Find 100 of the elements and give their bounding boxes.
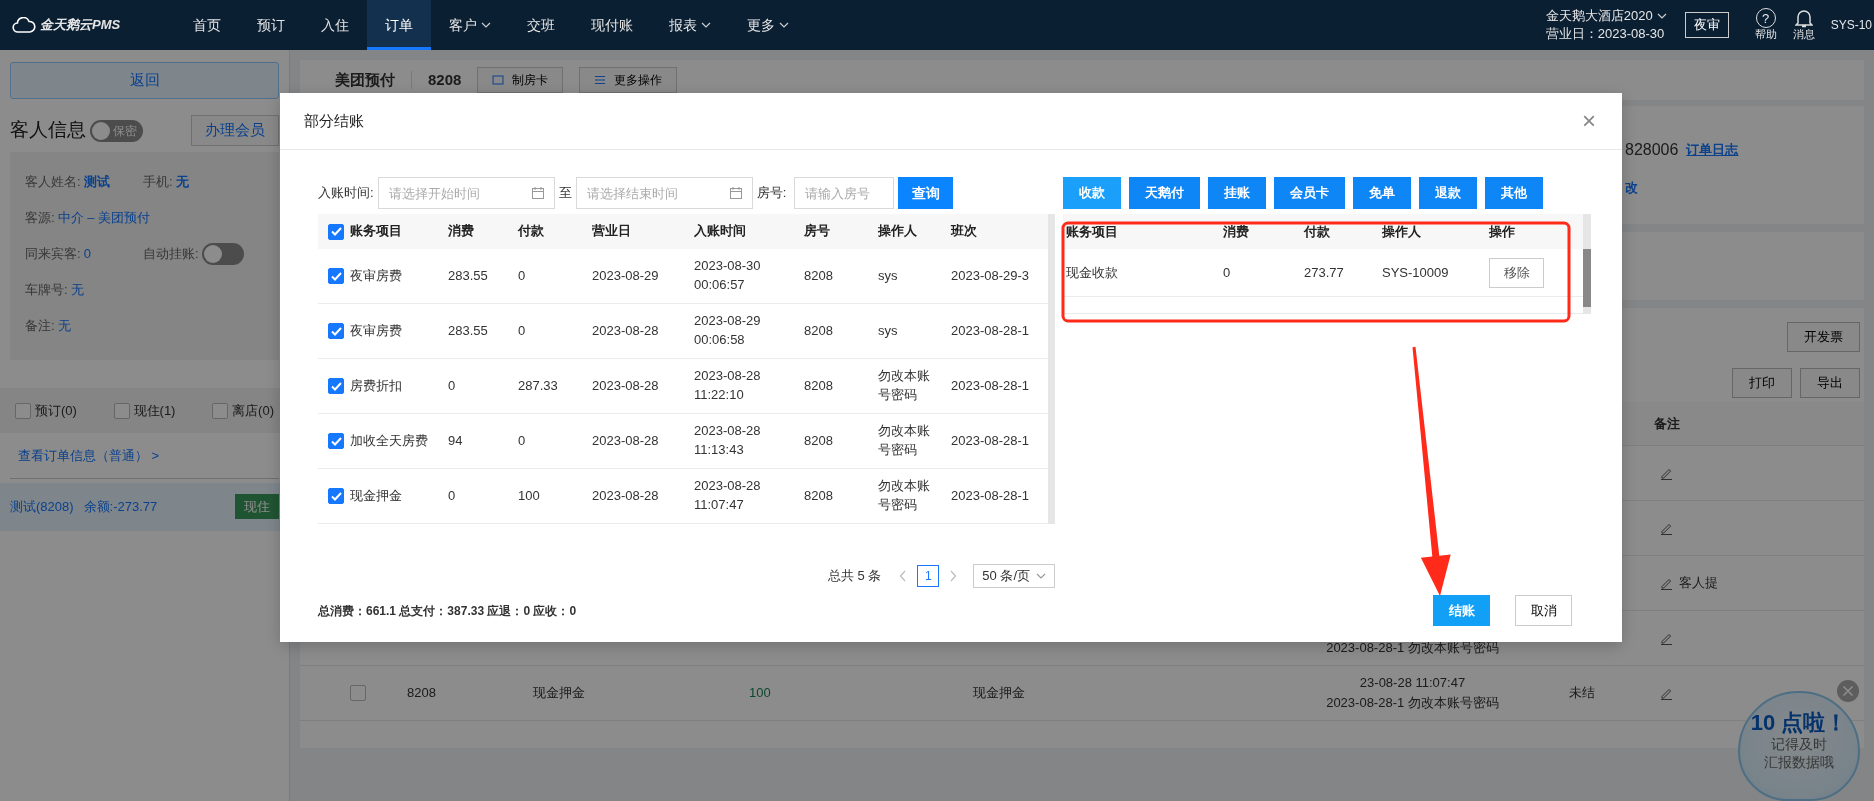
field-label: 客人姓名: <box>25 173 81 192</box>
checkbox[interactable] <box>328 433 344 449</box>
field-label: 车牌号: <box>25 281 68 300</box>
payment-button[interactable]: 挂账 <box>1208 177 1266 209</box>
invoice-button[interactable]: 开发票 <box>1787 322 1860 352</box>
checkbox[interactable] <box>212 402 229 419</box>
table-cell-text: 100 <box>518 486 540 505</box>
query-button[interactable]: 查询 <box>898 177 954 209</box>
hotel-selector[interactable]: 金天鹅大酒店2020 <box>1545 7 1667 25</box>
nav-tab[interactable]: 订单 <box>367 0 431 50</box>
calendar-icon <box>729 187 742 199</box>
scrollbar[interactable] <box>1583 214 1591 314</box>
pencil-icon[interactable] <box>1660 686 1673 700</box>
export-button[interactable]: 导出 <box>1800 368 1860 398</box>
column-header: 入账时间 <box>694 222 746 241</box>
page-button[interactable]: 1 <box>917 564 940 587</box>
table-cell-text: 273.77 <box>1304 263 1344 282</box>
date-input[interactable]: 请选择结束时间 <box>586 179 730 207</box>
checkbox-label: 现住(1) <box>133 401 176 420</box>
nav-tab[interactable]: 首页 <box>175 0 239 50</box>
business-day: 营业日：2023-08-30 <box>1545 25 1667 43</box>
checkbox[interactable] <box>328 268 344 284</box>
column-header: 付款 <box>1304 222 1330 241</box>
table-cell-text: 现金押金 <box>350 486 402 505</box>
toolbar-button[interactable]: 制房卡 <box>477 67 564 93</box>
table-cell-text: 2023-08-28 11:13:43 <box>694 422 762 459</box>
date-input[interactable]: 请选择开始时间 <box>388 179 532 207</box>
cancel-button[interactable]: 取消 <box>1515 595 1572 626</box>
column-header: 消费 <box>1223 222 1249 241</box>
help-button[interactable]: ? 帮助 <box>1754 8 1777 42</box>
night-audit-button[interactable]: 夜审 <box>1684 12 1729 38</box>
checkbox[interactable] <box>328 488 344 504</box>
table-cell-text: 283.55 <box>448 266 488 285</box>
pencil-icon[interactable] <box>1660 466 1673 480</box>
table-cell-text: sys <box>878 321 898 340</box>
nav-tab[interactable]: 交班 <box>509 0 573 50</box>
caret-icon <box>481 22 491 28</box>
column-header: 营业日 <box>592 222 631 241</box>
table-cell-text: 0 <box>518 266 526 285</box>
nav-tab[interactable]: 报表 <box>651 0 729 50</box>
nav-tab[interactable]: 现付账 <box>573 0 651 50</box>
table-cell-text: 现金押金 <box>533 684 585 703</box>
table-cell-text: 2023-08-29-3 <box>951 266 1030 285</box>
table-cell-text: 0 <box>448 376 456 395</box>
checkbox[interactable] <box>350 685 366 701</box>
reminder-text: 记得及时 <box>1771 735 1827 754</box>
payment-button[interactable]: 退款 <box>1419 177 1477 209</box>
table-cell-text: 加收全天房费 <box>350 431 428 450</box>
caret-icon <box>1656 13 1667 20</box>
check-icon <box>330 436 342 446</box>
field-value: 测试 <box>83 173 110 192</box>
room-field[interactable]: 请输入房号 <box>794 177 895 209</box>
column-header: 备注 <box>1654 414 1680 433</box>
date-field[interactable]: 请选择开始时间 <box>377 177 555 209</box>
table-cell-text: 2023-08-28 11:22:10 <box>694 367 762 404</box>
field-label: 手机: <box>143 173 173 192</box>
user-name[interactable]: SYS-10 <box>1830 16 1872 34</box>
close-button[interactable]: × <box>1576 108 1602 134</box>
table-cell-text: 0 <box>518 321 526 340</box>
pencil-icon[interactable] <box>1660 521 1673 535</box>
nav-tab[interactable]: 更多 <box>729 0 807 50</box>
messages-button[interactable]: 消息 <box>1792 8 1815 42</box>
room-input[interactable]: 请输入房号 <box>805 179 884 207</box>
nav-tab[interactable]: 入住 <box>303 0 367 50</box>
table-cell-text: sys <box>878 266 898 285</box>
date-field[interactable]: 请选择结束时间 <box>575 177 753 209</box>
reminder-text: 汇报数据哦 <box>1764 753 1834 772</box>
table-cell-text: 夜审房费 <box>350 321 402 340</box>
payment-button[interactable]: 免单 <box>1353 177 1411 209</box>
caret-icon <box>701 22 711 28</box>
balance: 余额:-273.77 <box>83 497 158 516</box>
summary-text: 总消费：661.1 总支付：387.33 应退：0 应收：0 <box>318 602 577 620</box>
checkbox[interactable] <box>15 402 31 419</box>
field-value: 无 <box>175 173 189 192</box>
field-value: 中介 – 美团预付 <box>57 209 151 228</box>
column-header: 账务项目 <box>1066 222 1118 241</box>
checkbox[interactable] <box>328 323 344 339</box>
remove-button[interactable]: 移除 <box>1489 257 1544 288</box>
pencil-icon[interactable] <box>1660 576 1673 590</box>
page-size-select[interactable]: 50 条/页 <box>973 563 1055 588</box>
auto-charge-toggle[interactable] <box>201 243 244 265</box>
table-cell-text: 客人提 <box>1679 574 1718 593</box>
payment-button[interactable]: 会员卡 <box>1274 177 1345 209</box>
checkbox[interactable] <box>113 402 130 419</box>
pencil-icon[interactable] <box>1660 631 1673 645</box>
column-header: 账务项目 <box>350 222 402 241</box>
table-cell-text: 夜审房费 <box>350 266 402 285</box>
nav-tab[interactable]: 预订 <box>239 0 303 50</box>
order-info-link[interactable]: 查看订单信息（普通） > <box>10 433 279 479</box>
table-cell-text: 2023-08-28-1 <box>951 486 1030 505</box>
field-label: 同来宾客: <box>25 245 81 264</box>
table-cell-text: 勿改本账号密码 <box>878 367 931 404</box>
payment-button[interactable]: 其他 <box>1485 177 1543 209</box>
print-button[interactable]: 打印 <box>1732 368 1792 398</box>
payment-button[interactable]: 天鹅付 <box>1129 177 1200 209</box>
toolbar-button[interactable]: 更多操作 <box>579 67 678 93</box>
table-cell-text: 2023-08-28-1 勿改本账号密码 <box>1326 693 1499 712</box>
checkbox[interactable] <box>328 223 344 240</box>
checkbox[interactable] <box>328 378 344 394</box>
nav-tab[interactable]: 客户 <box>431 0 509 50</box>
